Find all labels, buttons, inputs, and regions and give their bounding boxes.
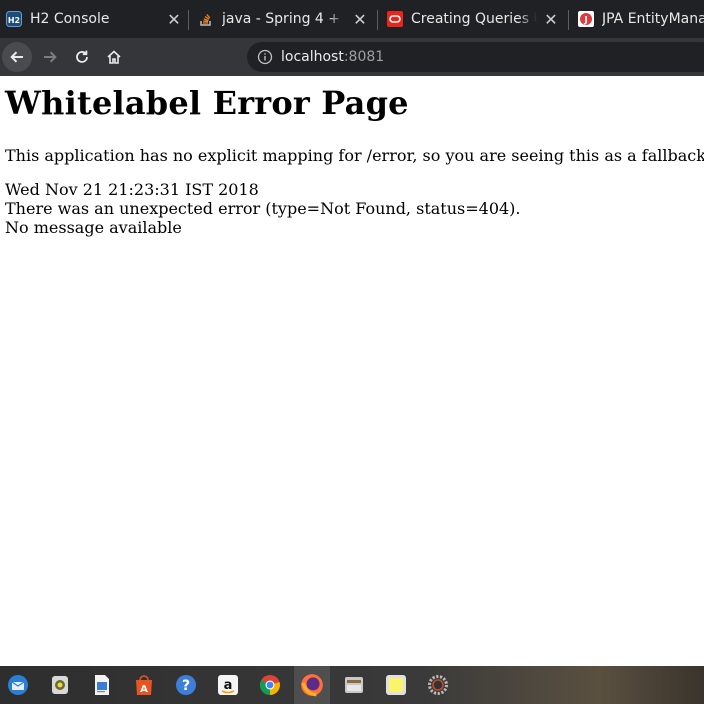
amazon-icon[interactable]: a <box>214 671 242 699</box>
tab-jpa-entitymanager[interactable]: J JPA EntityManager <box>578 0 704 38</box>
tab-spring-hibernate[interactable]: java - Spring 4 + Hibernate ✕ <box>198 0 368 38</box>
message-text: No message available <box>5 218 182 237</box>
svg-text:H2: H2 <box>8 16 20 25</box>
close-icon[interactable]: ✕ <box>352 10 368 29</box>
tab-title: Creating Queries Using <box>411 11 537 27</box>
intro-text: This application has no explicit mapping… <box>5 146 704 165</box>
tab-strip: H2 H2 Console ✕ java - Spring 4 + Hibern… <box>0 0 704 38</box>
info-icon[interactable] <box>257 49 273 65</box>
reload-icon <box>76 50 88 63</box>
svg-text:?: ? <box>182 678 190 694</box>
tab-separator <box>188 10 189 30</box>
oracle-icon <box>387 11 403 27</box>
svg-text:J: J <box>583 16 587 26</box>
tab-creating-queries[interactable]: Creating Queries Using ✕ <box>387 0 559 38</box>
help-icon[interactable]: ? <box>172 671 200 699</box>
error-detail-text: There was an unexpected error (type=Not … <box>5 199 521 218</box>
tab-title: java - Spring 4 + Hibernate <box>222 11 346 27</box>
close-icon[interactable]: ✕ <box>166 10 182 29</box>
timestamp-text: Wed Nov 21 21:23:31 IST 2018 <box>5 180 259 199</box>
h2-icon: H2 <box>6 11 22 27</box>
firefox-icon[interactable] <box>294 666 330 704</box>
thunderbird-icon[interactable] <box>4 671 32 699</box>
arrow-right-icon <box>44 51 57 63</box>
arrow-left-icon <box>10 51 23 63</box>
tab-title: H2 Console <box>30 11 110 27</box>
home-icon <box>107 50 121 64</box>
tab-title: JPA EntityManager <box>602 11 704 27</box>
page-content: Whitelabel Error Page This application h… <box>0 76 704 666</box>
stackoverflow-icon <box>198 11 214 27</box>
sticky-notes-icon[interactable] <box>382 671 410 699</box>
tab-h2-console[interactable]: H2 H2 Console ✕ <box>6 0 182 38</box>
browser-toolbar: localhost:8081 <box>0 38 704 76</box>
taskbar: A ? a <box>0 666 704 704</box>
url-text: localhost:8081 <box>281 49 384 65</box>
close-icon[interactable]: ✕ <box>543 10 559 29</box>
svg-text:a: a <box>224 678 233 693</box>
settings-gear-icon[interactable] <box>424 671 452 699</box>
url-port: :8081 <box>343 49 385 65</box>
forward-button[interactable] <box>35 42 65 72</box>
address-bar[interactable]: localhost:8081 <box>247 42 704 72</box>
back-button[interactable] <box>2 42 32 72</box>
tab-separator <box>568 10 569 30</box>
home-button[interactable] <box>99 42 129 72</box>
java-icon: J <box>578 11 594 27</box>
screenshot-icon[interactable] <box>46 671 74 699</box>
svg-text:A: A <box>140 684 148 695</box>
chrome-icon[interactable] <box>256 671 284 699</box>
file-manager-icon[interactable] <box>340 671 368 699</box>
url-host: localhost <box>281 49 344 65</box>
document-viewer-icon[interactable] <box>88 671 116 699</box>
software-center-icon[interactable]: A <box>130 671 158 699</box>
page-title: Whitelabel Error Page <box>5 84 409 122</box>
reload-button[interactable] <box>67 42 97 72</box>
tab-separator <box>377 10 378 30</box>
